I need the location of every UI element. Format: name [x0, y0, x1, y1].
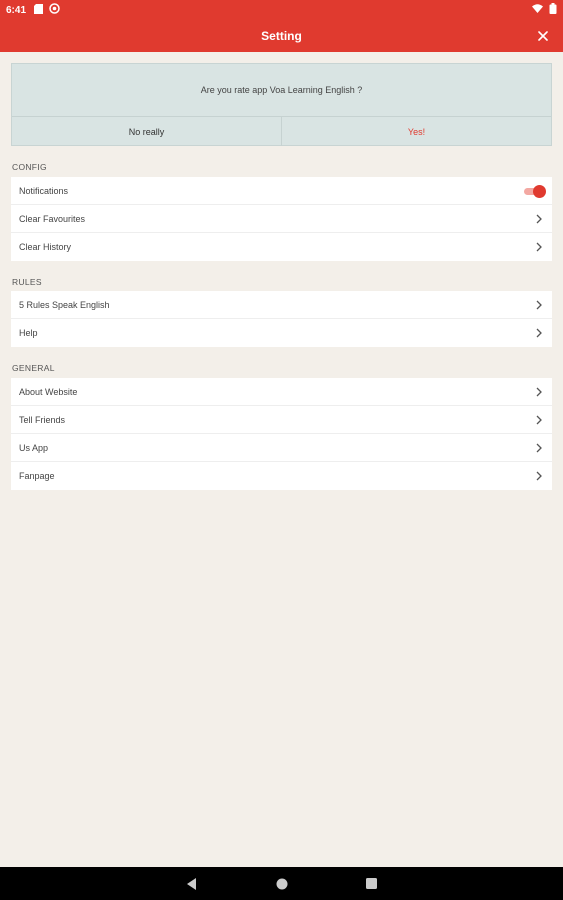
home-button[interactable] — [272, 874, 292, 894]
back-button[interactable] — [182, 874, 202, 894]
clear-favourites-label: Clear Favourites — [19, 213, 86, 224]
no-really-button[interactable]: No really — [12, 117, 281, 146]
recents-icon — [366, 878, 377, 889]
chevron-right-icon — [534, 442, 544, 454]
about-website-label: About Website — [19, 386, 78, 397]
page-title: Setting — [261, 29, 302, 43]
chevron-right-icon — [534, 386, 544, 398]
toggle-knob — [533, 184, 546, 198]
us-app-row[interactable]: Us App — [11, 434, 552, 462]
rules-header: RULES — [12, 277, 42, 287]
battery-icon — [549, 3, 557, 17]
rules-group: 5 Rules Speak English Help — [11, 291, 552, 347]
clear-history-row[interactable]: Clear History — [11, 233, 552, 261]
system-nav-bar — [0, 867, 563, 900]
notifications-label: Notifications — [19, 185, 69, 196]
sd-card-icon — [34, 3, 44, 17]
us-app-label: Us App — [19, 442, 49, 453]
rate-buttons: No really Yes! — [12, 116, 551, 146]
wifi-icon — [532, 4, 543, 16]
chevron-right-icon — [534, 327, 544, 339]
back-icon — [186, 877, 196, 890]
five-rules-label: 5 Rules Speak English — [19, 299, 110, 310]
help-label: Help — [19, 328, 38, 338]
app-bar: Setting — [0, 20, 563, 52]
fanpage-row[interactable]: Fanpage — [11, 462, 552, 490]
five-rules-row[interactable]: 5 Rules Speak English — [11, 291, 552, 319]
tell-friends-label: Tell Friends — [19, 414, 66, 425]
chevron-right-icon — [534, 213, 544, 225]
yes-button[interactable]: Yes! — [281, 117, 551, 146]
notifications-row[interactable]: Notifications — [11, 177, 552, 205]
home-icon — [276, 878, 287, 889]
about-website-row[interactable]: About Website — [11, 378, 552, 406]
chevron-right-icon — [534, 470, 544, 482]
rate-app-card: Are you rate app Voa Learning English ? … — [11, 63, 552, 146]
recents-button[interactable] — [362, 874, 382, 894]
config-header: CONFIG — [12, 162, 47, 172]
tell-friends-row[interactable]: Tell Friends — [11, 406, 552, 434]
rate-question: Are you rate app Voa Learning English ? — [200, 85, 363, 95]
fanpage-label: Fanpage — [19, 471, 55, 481]
chevron-right-icon — [534, 299, 544, 311]
chevron-right-icon — [534, 241, 544, 253]
clear-favourites-row[interactable]: Clear Favourites — [11, 205, 552, 233]
notifications-toggle[interactable] — [522, 184, 546, 198]
config-group: Notifications Clear Favourites Clear His… — [11, 177, 552, 261]
help-row[interactable]: Help — [11, 319, 552, 347]
general-group: About Website Tell Friends Us App Fanpag… — [11, 378, 552, 490]
chevron-right-icon — [534, 414, 544, 426]
status-bar: 6:41 — [0, 0, 563, 20]
status-time: 6:41 — [6, 4, 27, 16]
app-notification-icon — [49, 3, 60, 17]
close-button[interactable] — [533, 26, 553, 46]
general-header: GENERAL — [12, 363, 55, 373]
close-icon — [538, 31, 548, 41]
clear-history-label: Clear History — [19, 242, 72, 252]
